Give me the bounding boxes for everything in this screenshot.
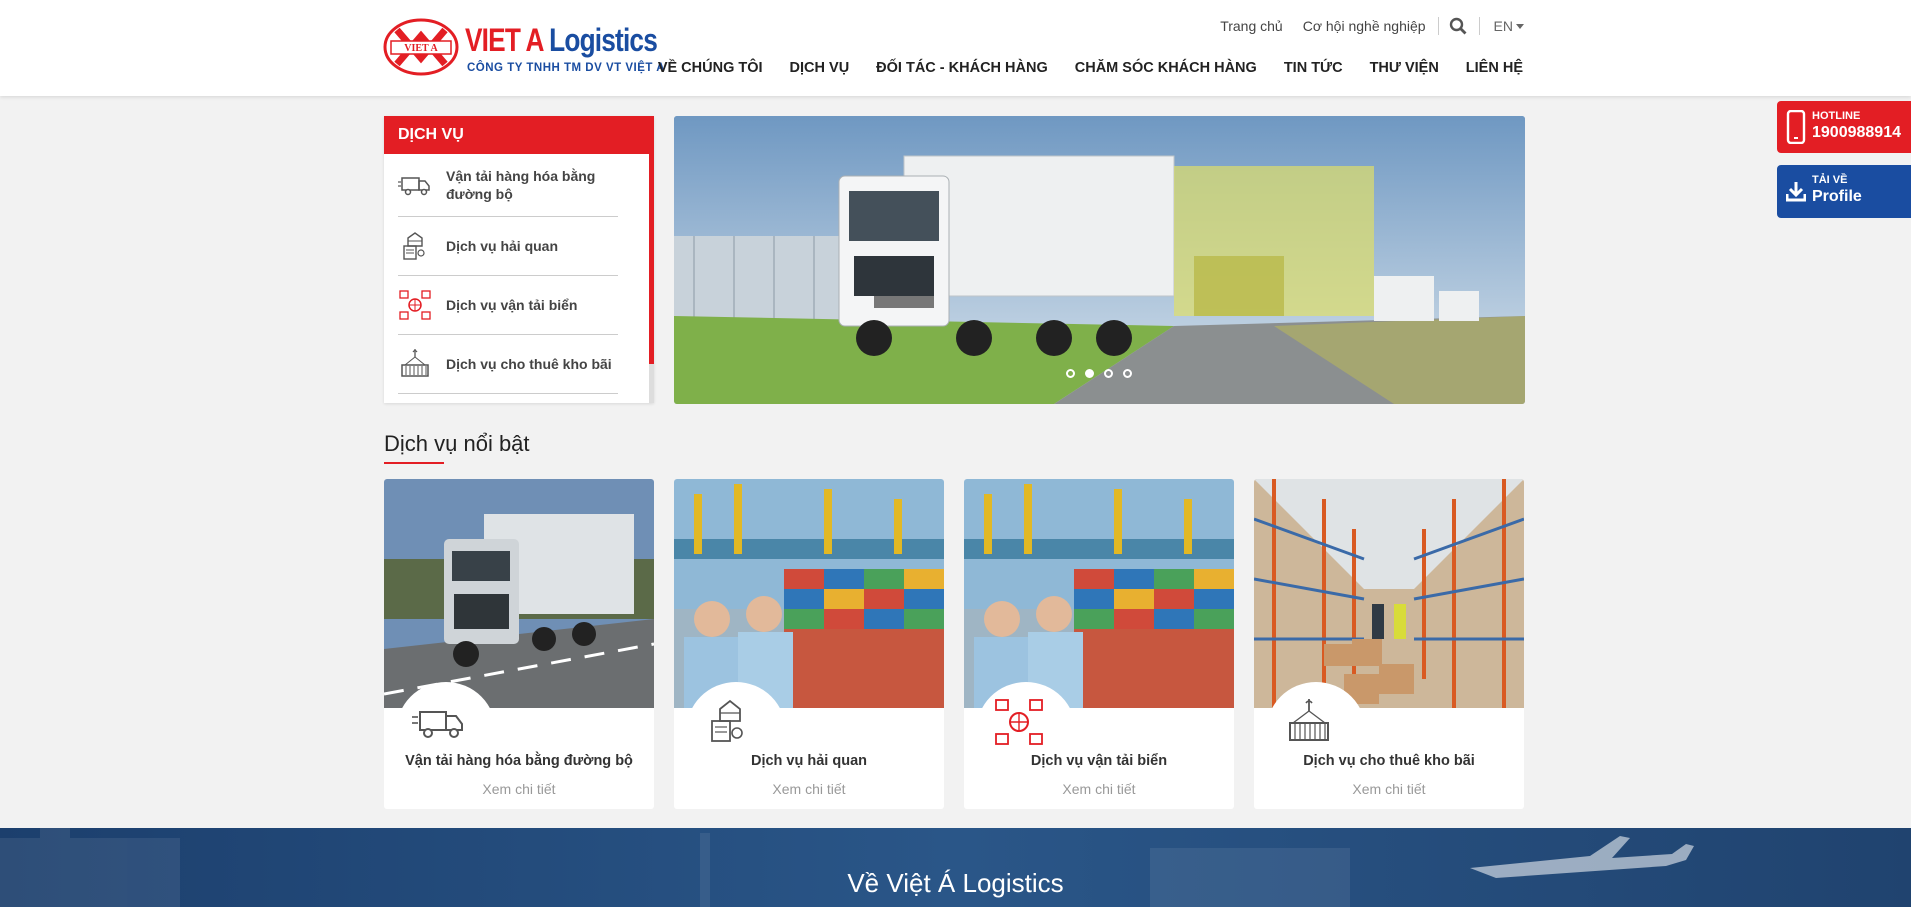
warehouse-icon [401,349,429,377]
nav-contact[interactable]: LIÊN HỆ [1466,60,1523,76]
card-link[interactable]: Xem chi tiết [1254,781,1524,797]
about-title: Về Việt Á Logistics [847,868,1064,898]
service-item-label: Vận tải hàng hóa bằng đường bộ [446,168,596,202]
sea-transport-icon [399,290,431,320]
svg-text:VIET A: VIET A [404,43,438,54]
hotline-label: HOTLINE [1812,110,1861,122]
featured-card-customs[interactable]: Dịch vụ hải quan Xem chi tiết [674,479,944,809]
featured-card-warehouse[interactable]: Dịch vụ cho thuê kho bãi Xem chi tiết [1254,479,1524,809]
card-title: Dịch vụ cho thuê kho bãi [1303,753,1475,769]
nav-customer-care[interactable]: CHĂM SÓC KHÁCH HÀNG [1075,60,1257,76]
truck-icon [412,711,463,738]
nav-library[interactable]: THƯ VIỆN [1370,60,1439,76]
card-photo-port [674,479,944,708]
service-item-label: Dịch vụ vận tải biển [446,297,578,313]
card-photo-truck [384,479,654,708]
card-photo-port [964,479,1234,708]
services-scrollbar[interactable] [649,154,654,403]
services-sidebar: DỊCH VỤ Vận tải hàng hóa bằng đường bộ D… [384,116,654,403]
card-link[interactable]: Xem chi tiết [384,781,654,797]
nav-partners[interactable]: ĐỐI TÁC - KHÁCH HÀNG [876,60,1048,76]
banner-dot[interactable] [1123,369,1132,378]
logo-name: VIET A Logistics [465,22,658,58]
top-links: Trang chủ Cơ hội nghề nghiệp EN [1200,16,1524,36]
profile-label: TẢI VỀ [1812,174,1848,186]
divider [1437,17,1439,35]
service-item-warehouse[interactable]: Dịch vụ cho thuê kho bãi [398,335,618,394]
nav-news[interactable]: TIN TỨC [1284,60,1343,76]
services-list: Vận tải hàng hóa bằng đường bộ Dịch vụ h… [398,154,618,394]
sea-transport-icon [995,699,1043,745]
scrollbar-thumb[interactable] [649,154,654,364]
nav-about[interactable]: VỀ CHÚNG TÔI [658,60,763,76]
card-title: Vận tải hàng hóa bằng đường bộ [405,753,633,769]
divider [1478,17,1480,35]
service-item-road[interactable]: Vận tải hàng hóa bằng đường bộ [398,154,618,217]
site-logo[interactable]: VIET A VIET A Logistics CÔNG TY TNHH TM … [383,18,665,80]
language-selector[interactable]: EN [1494,18,1524,34]
featured-underline [384,462,444,464]
download-profile-button[interactable]: TẢI VỀ Profile [1777,165,1911,218]
hotline-button[interactable]: HOTLINE 1900988914 [1777,101,1911,153]
service-item-label: Dịch vụ hải quan [446,238,559,254]
service-item-sea[interactable]: Dịch vụ vận tải biển [398,276,618,335]
language-label: EN [1493,18,1513,34]
service-item-label: Dịch vụ cho thuê kho bãi [446,356,612,372]
featured-title: Dịch vụ nổi bật [384,431,530,456]
banner-dot[interactable] [1085,369,1094,378]
truck-icon [398,177,430,196]
profile-text: Profile [1812,188,1862,205]
services-sidebar-title: DỊCH VỤ [384,116,654,154]
warehouse-icon [1289,699,1329,741]
card-link[interactable]: Xem chi tiết [674,781,944,797]
search-icon[interactable] [1449,17,1467,35]
hero-banner[interactable] [674,116,1525,404]
customs-icon [403,232,425,260]
customs-icon [711,699,743,742]
download-icon [1786,182,1806,202]
banner-pagination [1066,369,1142,378]
banner-truck-image [674,116,1525,404]
chevron-down-icon [1516,23,1524,29]
careers-link[interactable]: Cơ hội nghề nghiệp [1303,18,1426,34]
phone-icon [1786,110,1806,144]
service-item-customs[interactable]: Dịch vụ hải quan [398,217,618,276]
card-photo-warehouse [1254,479,1524,708]
featured-card-sea[interactable]: Dịch vụ vận tải biển Xem chi tiết [964,479,1234,809]
card-link[interactable]: Xem chi tiết [964,781,1234,797]
featured-card-road[interactable]: Vận tải hàng hóa bằng đường bộ Xem chi t… [384,479,654,809]
card-title: Dịch vụ vận tải biển [1030,753,1168,769]
main-nav: VỀ CHÚNG TÔI DỊCH VỤ ĐỐI TÁC - KHÁCH HÀN… [631,60,1523,76]
site-header: VIET A VIET A Logistics CÔNG TY TNHH TM … [0,0,1911,96]
card-title: Dịch vụ hải quan [750,753,867,769]
banner-dot[interactable] [1104,369,1113,378]
logo-mark-icon: VIET A [383,18,459,76]
nav-services[interactable]: DỊCH VỤ [790,60,850,76]
home-link[interactable]: Trang chủ [1220,18,1283,34]
hotline-number: 1900988914 [1812,124,1901,141]
banner-dot[interactable] [1066,369,1075,378]
